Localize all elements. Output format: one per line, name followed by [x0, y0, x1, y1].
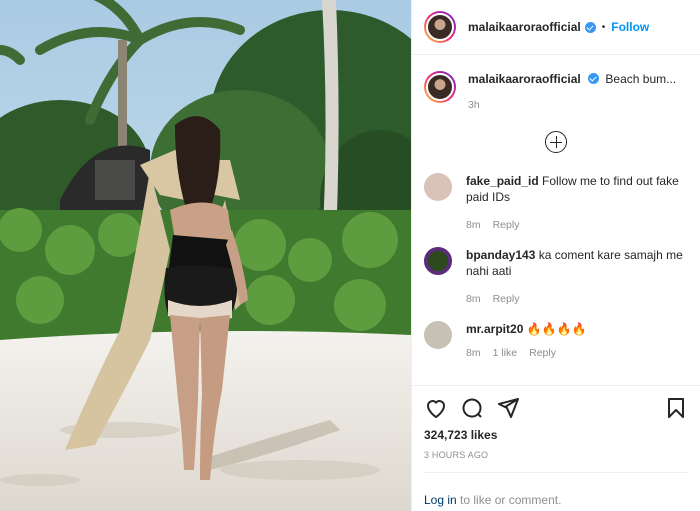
load-more-comments[interactable] [424, 131, 688, 153]
caption-avatar[interactable] [424, 71, 456, 103]
comment-username[interactable]: mr.arpit20 [466, 322, 523, 336]
post-sidebar: malaikaaroraofficial • Follow malaikaaro… [411, 0, 700, 511]
comment-item: mr.arpit20 🔥🔥🔥🔥 8m 1 like Reply [424, 321, 688, 361]
reply-button[interactable]: Reply [493, 293, 520, 305]
comment-likes[interactable]: 1 like [493, 347, 518, 359]
post-photo[interactable] [0, 0, 411, 511]
commenter-avatar[interactable] [424, 247, 452, 275]
comment-icon[interactable] [460, 396, 484, 420]
add-circle-icon[interactable] [545, 131, 567, 153]
comment-text: 🔥🔥🔥🔥 [526, 322, 587, 336]
caption: malaikaaroraofficial Beach bum... 3h [424, 71, 688, 113]
comment-item: fake_paid_id Follow me to find out fake … [424, 173, 688, 233]
follow-button[interactable]: Follow [611, 20, 649, 34]
heart-icon[interactable] [424, 396, 448, 420]
reply-button[interactable]: Reply [529, 347, 556, 359]
action-icons [424, 394, 688, 422]
comments-list: malaikaaroraofficial Beach bum... 3h fak… [412, 55, 700, 385]
like-count[interactable]: 324,723 likes [424, 428, 688, 442]
reply-button[interactable]: Reply [493, 219, 520, 231]
caption-time: 3h [468, 99, 480, 111]
beach-photo-image [0, 0, 411, 511]
share-icon[interactable] [496, 396, 520, 420]
login-link[interactable]: Log in [424, 493, 457, 507]
caption-text: Beach bum... [605, 72, 677, 86]
commenter-avatar[interactable] [424, 173, 452, 201]
commenter-avatar[interactable] [424, 321, 452, 349]
login-prompt: Log in to like or comment. [424, 472, 688, 507]
comment-time: 8m [466, 293, 481, 305]
instagram-post: malaikaaroraofficial • Follow malaikaaro… [0, 0, 700, 511]
comment-username[interactable]: fake_paid_id [466, 174, 539, 188]
caption-username[interactable]: malaikaaroraofficial [468, 72, 581, 86]
comment-item: bpanday143 ka coment kare samajh me nahi… [424, 247, 688, 307]
bookmark-icon[interactable] [664, 396, 688, 420]
comment-time: 8m [466, 347, 481, 359]
author-avatar[interactable] [424, 11, 456, 43]
comment-username[interactable]: bpanday143 [466, 248, 535, 262]
author-username[interactable]: malaikaaroraofficial [468, 20, 581, 34]
comment-time: 8m [466, 219, 481, 231]
post-timestamp: 3 HOURS AGO [424, 450, 489, 460]
post-header: malaikaaroraofficial • Follow [412, 0, 700, 55]
verified-icon [584, 21, 596, 33]
login-prompt-text: to like or comment. [456, 493, 562, 507]
post-actions: 324,723 likes 3 HOURS AGO Log in to like… [412, 385, 700, 511]
separator-dot: • [601, 21, 606, 33]
verified-icon [588, 73, 600, 84]
